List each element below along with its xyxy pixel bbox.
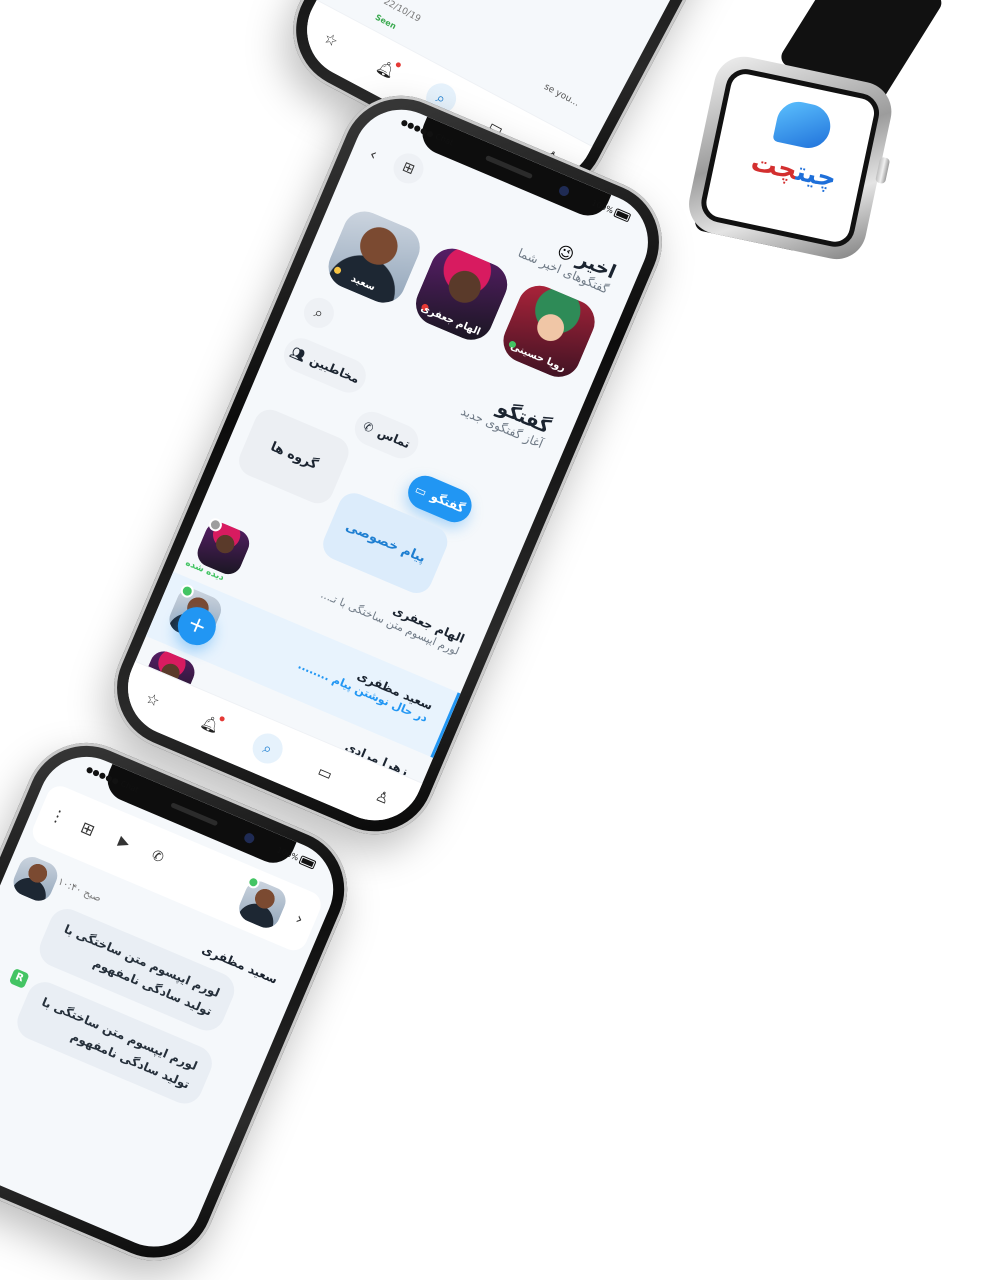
main-phone-screen: ●●●●● Chat 100% ‹ ⊞ اخیر 😉 گفتگوهای اخیر… <box>113 94 663 836</box>
story-elham[interactable]: الهام جعفری <box>409 241 515 347</box>
story-label: رویا حسینی <box>508 341 568 375</box>
camera-icon <box>242 831 256 845</box>
contacts-icon: 👥︎ <box>288 344 308 364</box>
star-icon[interactable]: ☆ <box>311 19 352 60</box>
sender-avatar <box>9 852 62 906</box>
contacts-label: مخاطبین <box>307 352 362 387</box>
top-seen: Seen <box>373 12 398 32</box>
grid-menu-icon[interactable]: ⊞ <box>78 817 98 840</box>
video-call-icon[interactable]: ▶ <box>116 833 132 852</box>
message-time: صبح ۱۰:۴۰ <box>56 876 103 905</box>
chat-label: گفتگو <box>428 489 467 516</box>
smartwatch: چیتچت <box>681 0 946 278</box>
private-message-label: پیام خصوصی <box>343 519 428 567</box>
chat-icon: ▭ <box>413 482 429 500</box>
watch-screen: چیتچت <box>697 65 883 251</box>
chat-bubble-logo-icon <box>772 97 835 153</box>
main-phone: ●●●●● Chat 100% ‹ ⊞ اخیر 😉 گفتگوهای اخیر… <box>94 76 682 854</box>
battery-icon <box>298 855 317 870</box>
user-icon[interactable]: ♙ <box>363 778 402 817</box>
notification-dot <box>218 715 226 722</box>
back-button[interactable]: › <box>293 909 306 929</box>
contacts-button[interactable]: 👥︎ مخاطبین <box>278 332 372 398</box>
bottom-phone-screen: ●●●●● Chat 100% ⋮ ⊞ ▶ ✆ › سعید مظفری صبح… <box>0 741 349 1262</box>
read-badge: R <box>8 967 30 989</box>
story-label: الهام جعفری <box>418 302 482 338</box>
call-label: تماس <box>375 425 413 452</box>
watch-case: چیتچت <box>683 51 897 265</box>
bell-icon[interactable]: 🔔︎ <box>366 49 407 90</box>
star-icon[interactable]: ☆ <box>133 680 172 719</box>
back-button[interactable]: ‹ <box>367 144 380 164</box>
search-icon[interactable]: ⌕ <box>247 728 288 769</box>
call-button[interactable]: ✆ تماس <box>349 406 424 464</box>
more-menu-icon[interactable]: ⋮ <box>47 804 69 828</box>
bell-icon[interactable]: 🔔︎ <box>191 704 230 743</box>
watch-logo-text-1: چیت <box>793 156 839 195</box>
top-preview-text: ...se you <box>542 82 581 109</box>
watch-logo-text: چیتچت <box>727 143 860 199</box>
watch-logo-text-2: چت <box>748 147 800 187</box>
group-tile[interactable]: گروه ها <box>234 404 354 509</box>
battery-icon <box>613 207 632 223</box>
phone-icon: ✆ <box>360 418 376 436</box>
voice-call-icon[interactable]: ✆ <box>149 847 166 866</box>
contact-avatar[interactable] <box>234 877 290 933</box>
group-label: گروه ها <box>268 439 320 473</box>
chat-icon[interactable]: ▭ <box>305 753 344 792</box>
search-button[interactable]: ⌕ <box>299 293 339 333</box>
camera-icon <box>557 184 571 198</box>
story-roya[interactable]: رویا حسینی <box>496 278 602 384</box>
story-label: سعید <box>349 273 377 294</box>
story-saeed[interactable]: سعید <box>321 204 427 310</box>
